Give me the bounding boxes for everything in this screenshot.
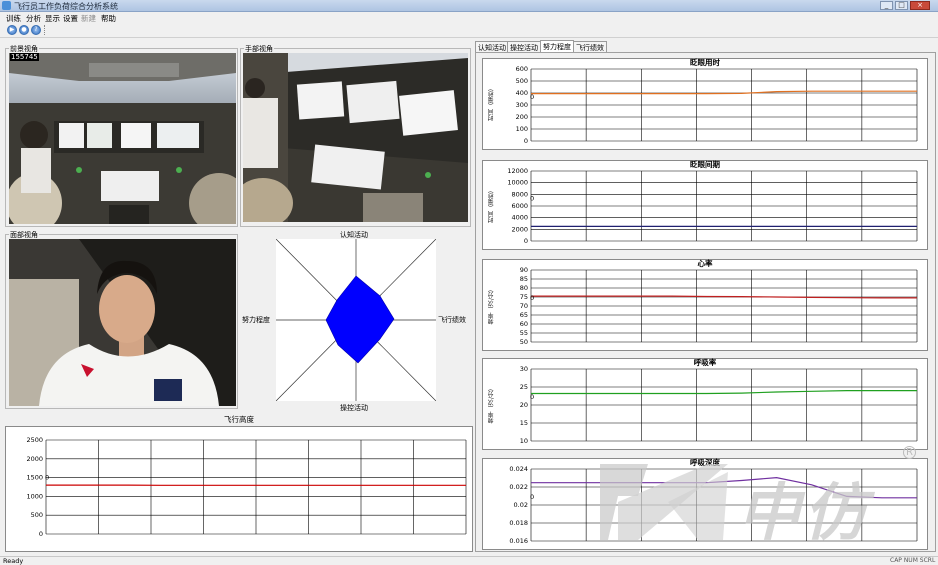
hand-view-video — [243, 53, 468, 222]
chart-panel: 眨眼用时 时间（毫秒） 600 500 400 300 200 100 0 0 — [482, 58, 928, 150]
y-tick-label: 2000 — [26, 455, 43, 463]
title-bar: 飞行员工作负荷综合分析系统 _ □ × — [0, 0, 938, 12]
play-icon[interactable]: ▶ — [7, 25, 17, 35]
chart-svg: 12000 10000 8000 6000 4000 2000 0 0 — [507, 167, 918, 245]
radar-chart — [275, 238, 437, 402]
maximize-button[interactable]: □ — [895, 1, 908, 10]
tab-control[interactable]: 操控活动 — [507, 41, 541, 52]
y-tick-label: 90 — [520, 266, 528, 274]
y-tick-label: 1500 — [26, 474, 43, 482]
y-tick-label: 75 — [520, 293, 528, 301]
y-tick-label: 10 — [520, 437, 528, 445]
status-indicators: CAP NUM SCRL — [890, 557, 936, 564]
cockpit-hand-image — [243, 53, 468, 222]
y-tick-label: 600 — [516, 65, 528, 73]
y-tick-label: 0.024 — [509, 465, 528, 473]
radar-label-top: 认知活动 — [340, 231, 368, 239]
tab-performance[interactable]: 飞行绩效 — [573, 41, 607, 52]
y-tick-label: 25 — [520, 383, 528, 391]
window-title: 飞行员工作负荷综合分析系统 — [14, 2, 118, 11]
y-tick-label: 65 — [520, 311, 528, 319]
y-tick-label: 2500 — [26, 436, 43, 444]
chart-panel: 呼吸深度 0.024 0.022 0.02 0.018 0.016 0 — [482, 458, 928, 550]
y-tick-label: 500 — [31, 511, 43, 519]
tab-effort[interactable]: 努力程度 — [540, 40, 574, 52]
zero-marker: 0 — [530, 493, 534, 501]
y-tick-label: 50 — [520, 338, 528, 346]
y-tick-label: 400 — [516, 89, 528, 97]
y-tick-label: 0.018 — [509, 519, 528, 527]
y-tick-label: 12000 — [507, 167, 528, 175]
y-tick-label: 55 — [520, 329, 528, 337]
y-tick-label: 0 — [524, 137, 528, 145]
chart-svg: 30 25 20 15 10 0 — [520, 365, 918, 445]
altitude-chart: 2500 2000 1500 1000 500 0 0 — [5, 426, 473, 552]
y-tick-label: 4000 — [511, 214, 528, 222]
chart-svg: 600 500 400 300 200 100 0 0 — [516, 65, 918, 145]
status-text: Ready — [3, 557, 24, 565]
radar-label-right: 飞行绩效 — [438, 316, 466, 324]
altitude-title: 飞行高度 — [224, 415, 254, 424]
y-tick-label: 0 — [39, 530, 43, 538]
y-tick-label: 300 — [516, 101, 528, 109]
minimize-button[interactable]: _ — [880, 1, 893, 10]
y-tick-label: 0.016 — [509, 537, 528, 545]
cockpit-front-image — [9, 53, 236, 224]
y-tick-label: 0.022 — [509, 483, 528, 491]
y-tick-label: 15 — [520, 419, 528, 427]
y-tick-label: 6000 — [511, 202, 528, 210]
toolbar: ▶ ● ? — [0, 23, 938, 38]
zero-marker: 0 — [45, 473, 49, 481]
zero-marker: 0 — [530, 93, 534, 101]
radar-label-left: 努力程度 — [242, 316, 270, 324]
y-tick-label: 100 — [516, 125, 528, 133]
zero-marker: 0 — [530, 194, 534, 202]
chart-panel: 呼吸率 频率（次/分） 30 25 20 15 10 0 — [482, 358, 928, 450]
y-tick-label: 2000 — [511, 225, 528, 233]
radar-label-bottom: 操控活动 — [340, 404, 368, 412]
series-line — [531, 390, 917, 395]
y-tick-label: 30 — [520, 365, 528, 373]
front-view-video: 155745 — [9, 53, 236, 224]
zero-marker: 0 — [530, 393, 534, 401]
app-icon — [2, 1, 11, 10]
record-icon[interactable]: ● — [19, 25, 29, 35]
chart-panel: 眨眼间期 时间（毫秒） 12000 10000 8000 6000 4000 2000 0 0 — [482, 160, 928, 250]
y-tick-label: 10000 — [507, 179, 528, 187]
radar-svg — [275, 238, 437, 402]
zero-marker: 0 — [530, 294, 534, 302]
chart-svg: 0.024 0.022 0.02 0.018 0.016 0 — [509, 465, 918, 545]
y-tick-label: 60 — [520, 320, 528, 328]
face-view-video — [9, 239, 236, 406]
radar-polygon — [325, 275, 395, 364]
frame-counter: 155745 — [10, 53, 39, 61]
chart-panel: 心率 频率（次/分） 90 85 80 75 70 65 60 55 50 0 — [482, 259, 928, 351]
y-tick-label: 85 — [520, 275, 528, 283]
close-button[interactable]: × — [910, 1, 930, 10]
y-tick-label: 20 — [520, 401, 528, 409]
y-tick-label: 70 — [520, 302, 528, 310]
help-icon[interactable]: ? — [31, 25, 41, 35]
y-tick-label: 0.02 — [514, 501, 528, 509]
y-tick-label: 8000 — [511, 190, 528, 198]
y-tick-label: 200 — [516, 113, 528, 121]
y-tick-label: 0 — [524, 237, 528, 245]
pilot-face-image — [9, 239, 236, 406]
menu-bar: 训练 分析 显示 设置 新建 帮助 — [0, 12, 938, 23]
y-tick-label: 500 — [516, 77, 528, 85]
tab-cognitive[interactable]: 认知活动 — [475, 41, 509, 52]
altitude-chart-svg: 2500 2000 1500 1000 500 0 0 — [26, 436, 467, 538]
chart-svg: 908580757065605550 0 — [520, 266, 918, 346]
y-tick-label: 1000 — [26, 492, 43, 500]
status-bar: Ready CAP NUM SCRL — [0, 556, 938, 565]
y-tick-label: 80 — [520, 284, 528, 292]
toolbar-grip[interactable] — [44, 25, 48, 35]
series-line — [531, 476, 917, 499]
